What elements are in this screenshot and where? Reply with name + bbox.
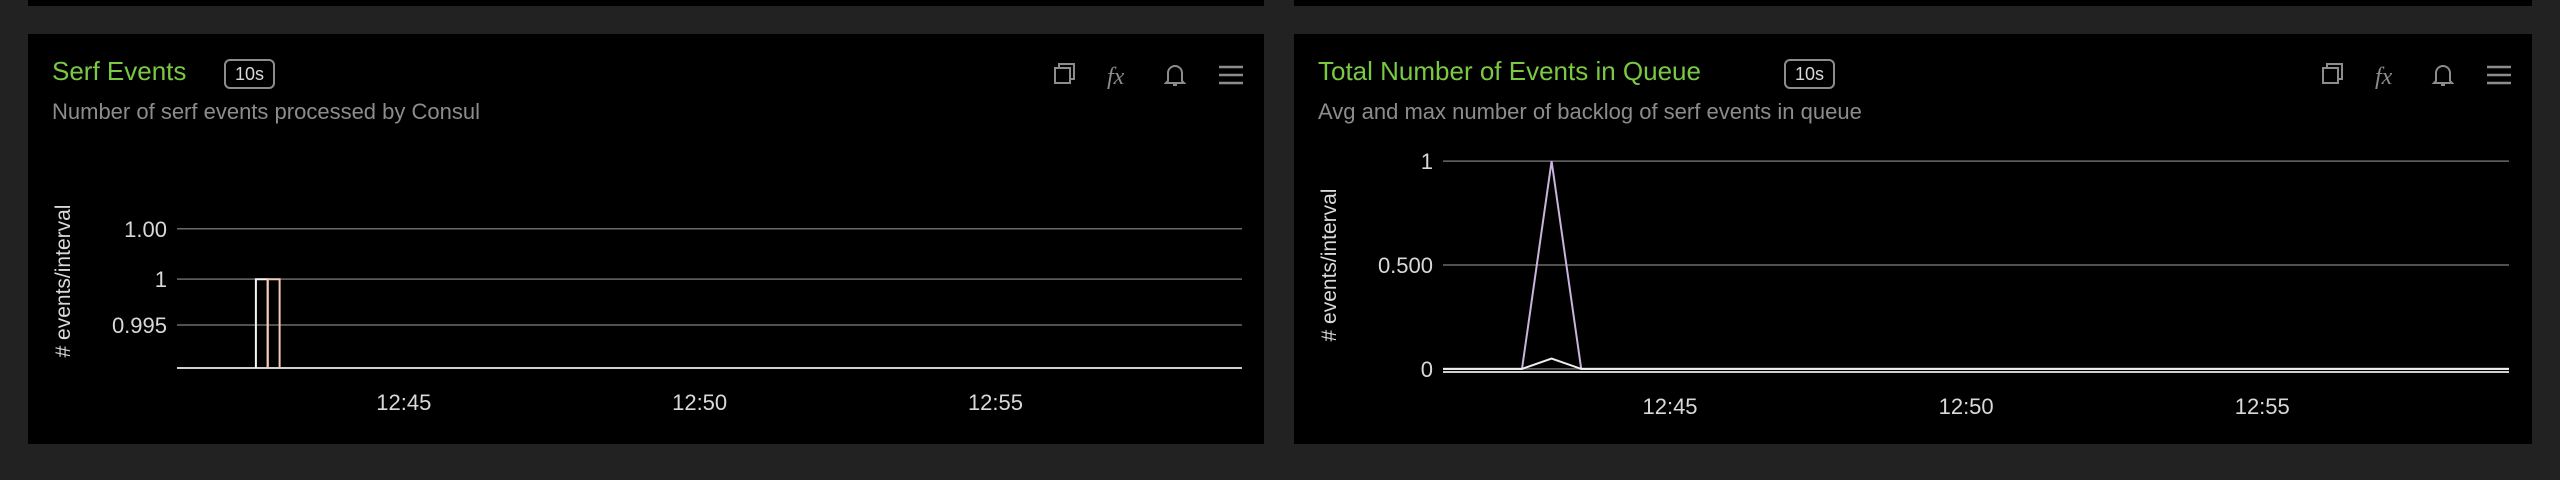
y-tick-label: 0.995 xyxy=(112,313,167,338)
series-line xyxy=(266,278,281,368)
panel-top-edge-left xyxy=(28,0,1264,6)
serf-events-chart[interactable]: 1.00 1 0.995 12:45 12:50 12:55 # events/interv… xyxy=(28,34,1264,444)
x-tick-label: 12:45 xyxy=(376,390,431,415)
y-axis-label: # events/interval xyxy=(1318,189,1341,342)
x-tick-label: 12:55 xyxy=(968,390,1023,415)
y-tick-label: 1.00 xyxy=(124,217,167,242)
panel-top-edge-right xyxy=(1294,0,2532,6)
y-tick-label: 0 xyxy=(1421,357,1433,382)
y-tick-label: 1 xyxy=(1421,149,1433,174)
x-tick-label: 12:55 xyxy=(2235,394,2290,419)
x-tick-label: 12:45 xyxy=(1642,394,1697,419)
y-tick-label: 0.500 xyxy=(1378,253,1433,278)
series-line xyxy=(254,278,269,368)
x-tick-label: 12:50 xyxy=(672,390,727,415)
y-axis-label: # events/interval xyxy=(52,205,75,358)
x-tick-label: 12:50 xyxy=(1939,394,1994,419)
panel-events-in-queue: Total Number of Events in Queue 10s Avg … xyxy=(1294,34,2532,444)
events-in-queue-chart[interactable]: 1 0.500 0 12:45 12:50 12:55 # events/interval xyxy=(1294,34,2532,444)
panel-serf-events: Serf Events 10s Number of serf events pr… xyxy=(28,34,1264,444)
y-tick-label: 1 xyxy=(155,267,167,292)
series-line xyxy=(1443,357,2509,370)
